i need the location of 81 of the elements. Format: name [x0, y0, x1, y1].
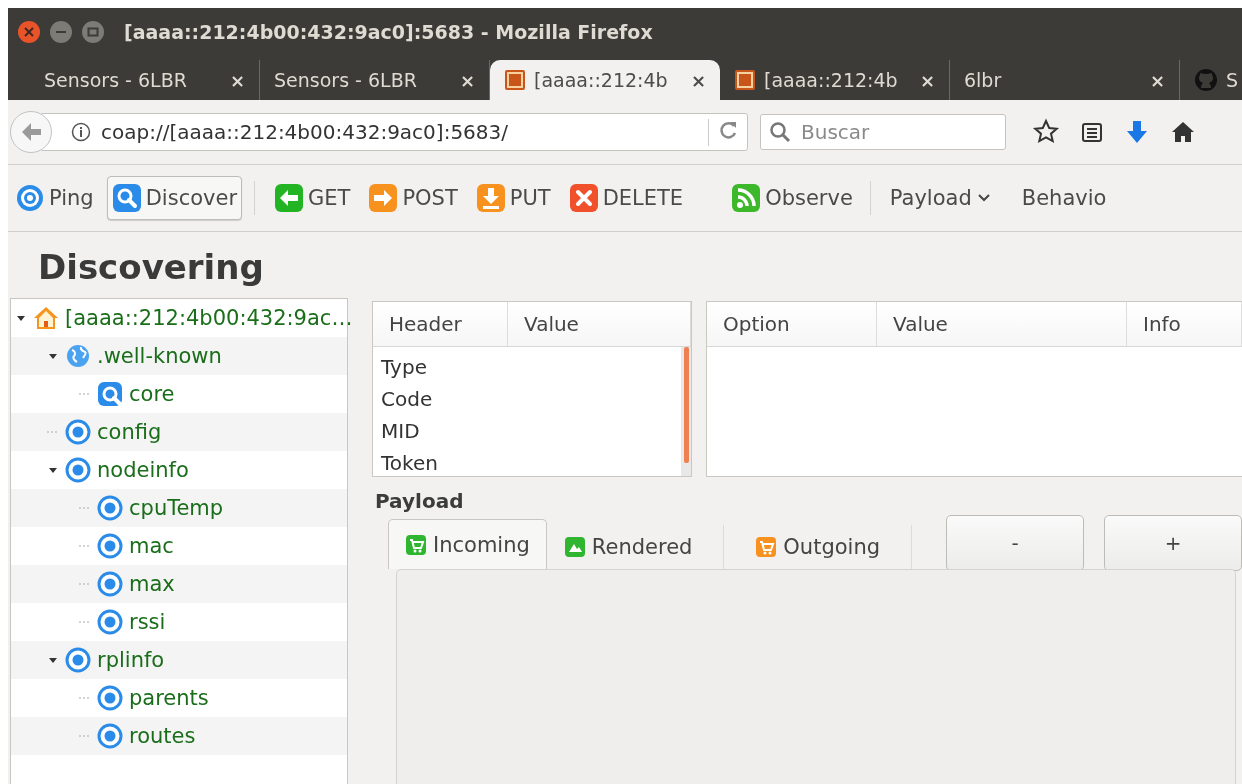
payload-tab[interactable]: Rendered — [546, 523, 710, 569]
back-button[interactable] — [10, 111, 52, 153]
window-title: [aaaa::212:4b00:432:9ac0]:5683 - Mozilla Firefox — [124, 21, 653, 43]
tree-item[interactable]: nodeinfo — [97, 458, 189, 482]
toolbar-button[interactable]: PUT — [470, 176, 556, 220]
bookmark-star-icon[interactable] — [1032, 118, 1060, 146]
feed-icon — [731, 183, 762, 213]
search-icon — [97, 381, 123, 407]
tree-item[interactable]: config — [97, 420, 162, 444]
home-icon — [33, 305, 59, 331]
resource-icon — [97, 495, 123, 521]
section-label: Payload — [375, 489, 465, 513]
close-tab-icon[interactable]: × — [459, 69, 475, 91]
download-icon — [475, 183, 506, 213]
tree-item[interactable]: rssi — [129, 610, 166, 634]
tree-item[interactable]: max — [129, 572, 175, 596]
expander-icon[interactable] — [48, 655, 58, 665]
column-header[interactable]: Value — [508, 302, 691, 346]
search-field[interactable]: Buscar — [760, 114, 1006, 150]
column-header[interactable]: Value — [877, 302, 1127, 346]
back-arrow-icon — [20, 121, 42, 143]
payload-button[interactable]: - — [946, 515, 1084, 571]
close-tab-icon[interactable]: × — [229, 69, 245, 91]
ping-icon — [15, 183, 45, 213]
resource-icon — [65, 457, 91, 483]
tree-item[interactable]: rplinfo — [97, 648, 165, 672]
resource-icon — [65, 419, 91, 445]
tree-item[interactable]: [aaaa::212:4b00:432:9ac… — [65, 306, 353, 330]
toolbar-button[interactable]: Ping — [10, 176, 99, 220]
resource-icon — [97, 609, 123, 635]
close-tab-icon[interactable]: × — [919, 69, 935, 91]
toolbar-button[interactable]: Discover — [106, 176, 242, 220]
menu-button[interactable]: Payload — [884, 179, 997, 217]
search-icon — [768, 120, 792, 144]
expander-icon[interactable] — [16, 313, 26, 323]
toolbar-button[interactable]: DELETE — [563, 176, 689, 220]
info-icon — [71, 122, 91, 142]
table-cell-text: MID — [381, 418, 421, 445]
table-cell-text: Type — [381, 354, 428, 381]
resource-icon — [97, 533, 123, 559]
delete-icon — [568, 183, 599, 213]
tree-item[interactable]: routes — [129, 724, 196, 748]
home-icon[interactable] — [1170, 119, 1196, 145]
column-header[interactable]: Header — [373, 302, 508, 346]
minimize-icon[interactable] — [48, 19, 74, 45]
menu-button[interactable]: Behavio — [1016, 179, 1112, 217]
github-icon — [1194, 68, 1218, 92]
tree-item[interactable]: mac — [129, 534, 174, 558]
tree-item[interactable]: core — [129, 382, 175, 406]
resource-icon — [97, 723, 123, 749]
toolbar-button[interactable]: Observe — [726, 176, 858, 220]
toolbar-button[interactable]: POST — [363, 176, 463, 220]
expander-icon[interactable] — [48, 465, 58, 475]
payload-tab[interactable]: Outgoing — [738, 523, 898, 569]
close-tab-icon[interactable]: × — [1149, 69, 1165, 91]
expander-icon[interactable] — [48, 351, 58, 361]
resource-icon — [97, 685, 123, 711]
table-cell-text: Code — [381, 386, 434, 413]
cart-icon — [405, 533, 427, 556]
page-heading: Discovering — [38, 250, 265, 284]
column-header[interactable]: Option — [707, 302, 877, 346]
table-cell-text: Token — [381, 450, 439, 476]
tree-item[interactable]: parents — [129, 686, 209, 710]
resource-icon — [97, 571, 123, 597]
close-icon[interactable] — [16, 19, 42, 45]
column-header[interactable]: Info — [1127, 302, 1242, 346]
image-icon — [563, 535, 586, 558]
payload-button[interactable]: + — [1104, 515, 1242, 571]
reading-list-icon[interactable] — [1080, 120, 1104, 144]
browser-tab[interactable]: [aaaa::212:4b × — [490, 60, 720, 100]
scrollbar[interactable] — [681, 347, 691, 476]
tree-item[interactable]: cpuTemp — [129, 496, 224, 520]
maximize-icon[interactable] — [80, 19, 106, 45]
close-tab-icon[interactable]: × — [690, 69, 706, 91]
toolbar-button[interactable]: GET — [269, 176, 356, 220]
search-icon — [111, 183, 142, 213]
download-arrow-icon[interactable] — [1124, 119, 1150, 145]
cart-icon — [755, 535, 778, 558]
payload-tab[interactable]: Incoming — [388, 519, 547, 569]
resource-icon — [65, 647, 91, 673]
globe-icon — [65, 343, 91, 369]
